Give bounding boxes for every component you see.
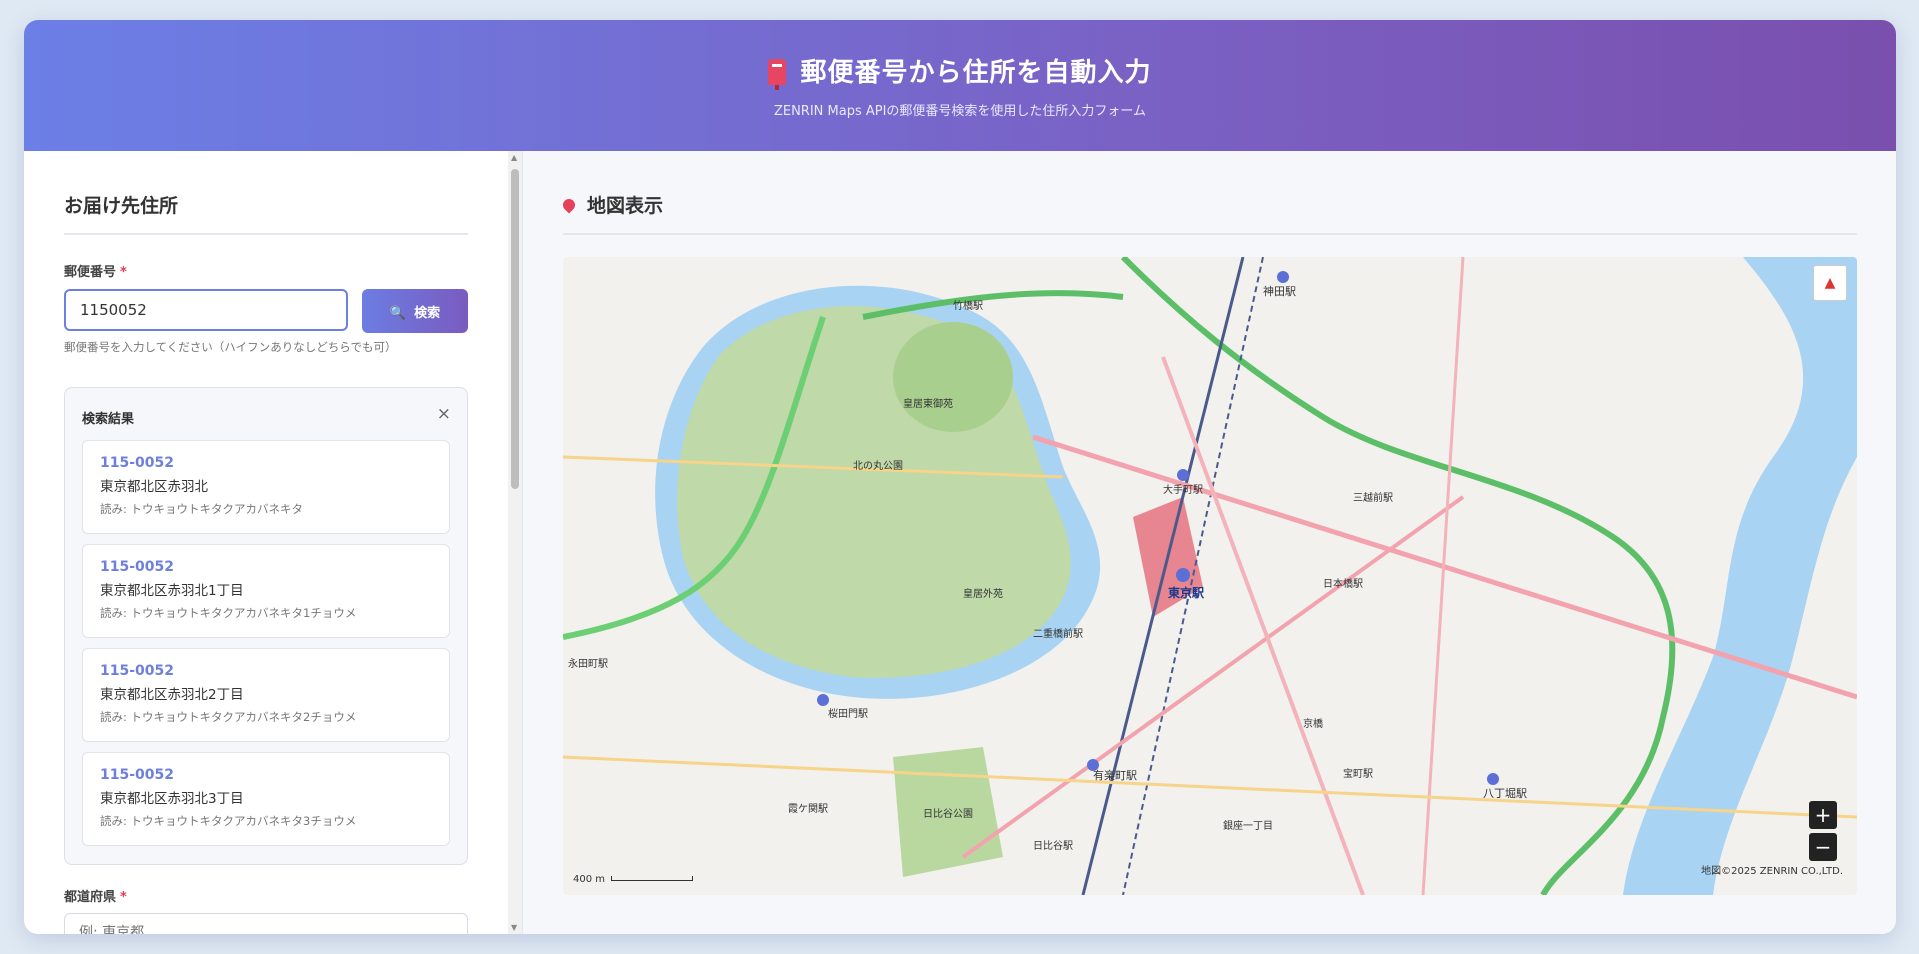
form-scrollbar[interactable]: ▲ ▼ xyxy=(508,151,522,934)
map-label: 皇居外苑 xyxy=(963,587,1003,600)
prefecture-input[interactable] xyxy=(64,913,468,934)
map-label: 永田町駅 xyxy=(568,657,608,670)
compass-icon[interactable]: ▲ xyxy=(1813,265,1847,301)
results-title: 検索結果 xyxy=(82,412,135,427)
map-scale: 400 m xyxy=(573,874,694,885)
required-mark: * xyxy=(120,890,127,905)
map-label: 日本橋駅 xyxy=(1323,577,1363,590)
map-label: 北の丸公園 xyxy=(853,459,903,472)
prefecture-label-text: 都道府県 xyxy=(64,890,117,905)
address-form-panel: お届け先住所 郵便番号* 🔍検索 郵便番号を入力してください（ハイフンありなしど… xyxy=(24,151,515,934)
divider xyxy=(563,233,1857,235)
result-kana: 読み: トウキョウトキタクアカバネキタ xyxy=(100,502,304,516)
page-header: 郵便番号から住所を自動入力 ZENRIN Maps APIの郵便番号検索を使用し… xyxy=(24,20,1896,151)
zoom-in-button[interactable]: + xyxy=(1809,801,1837,829)
postbox-icon xyxy=(768,59,787,90)
map-label: 有楽町駅 xyxy=(1093,768,1137,782)
map-section-title-text: 地図表示 xyxy=(587,195,664,217)
search-button[interactable]: 🔍 検索 xyxy=(362,289,468,333)
result-address: 東京都北区赤羽北2丁目 xyxy=(100,687,244,703)
map-label: 桜田門駅 xyxy=(828,707,868,720)
form-section-title: お届け先住所 xyxy=(64,195,179,217)
map-label: 三越前駅 xyxy=(1353,491,1393,504)
result-zip: 115-0052 xyxy=(100,455,174,471)
divider xyxy=(64,233,468,235)
map-label: 宝町駅 xyxy=(1343,767,1373,780)
map-canvas[interactable]: 皇居東御苑 北の丸公園 皇居外苑 日比谷公園 東京駅 大手町駅 有楽町駅 日比谷… xyxy=(563,257,1857,895)
result-zip: 115-0052 xyxy=(100,767,174,783)
map-label: 皇居東御苑 xyxy=(903,397,953,410)
map-view[interactable]: 皇居東御苑 北の丸公園 皇居外苑 日比谷公園 東京駅 大手町駅 有楽町駅 日比谷… xyxy=(563,257,1857,895)
scrollbar-thumb[interactable] xyxy=(511,169,519,489)
result-zip: 115-0052 xyxy=(100,559,174,575)
search-icon: 🔍 xyxy=(389,305,407,321)
close-icon[interactable]: × xyxy=(437,404,451,424)
page-subtitle: ZENRIN Maps APIの郵便番号検索を使用した住所入力フォーム xyxy=(773,104,1147,119)
map-label: 二重橋前駅 xyxy=(1033,627,1083,640)
result-zip: 115-0052 xyxy=(100,663,174,679)
result-kana: 読み: トウキョウトキタクアカバネキタ3チョウメ xyxy=(100,814,357,828)
page-title: 郵便番号から住所を自動入力 xyxy=(24,52,1896,90)
map-label: 日比谷公園 xyxy=(923,808,973,820)
map-label: 東京駅 xyxy=(1168,585,1205,600)
result-item[interactable]: 115-0052 東京都北区赤羽北 読み: トウキョウトキタクアカバネキタ xyxy=(82,440,450,534)
map-scale-text: 400 m xyxy=(573,874,606,885)
zip-input[interactable] xyxy=(64,289,348,331)
zip-label: 郵便番号 * xyxy=(64,261,127,280)
zoom-out-button[interactable]: − xyxy=(1809,833,1837,861)
zip-hint: 郵便番号を入力してください（ハイフンありなしどちらでも可） xyxy=(64,340,397,354)
result-item[interactable]: 115-0052 東京都北区赤羽北1丁目 読み: トウキョウトキタクアカバネキタ… xyxy=(82,544,450,638)
scroll-down-icon[interactable]: ▼ xyxy=(511,923,517,932)
map-pin-icon xyxy=(560,196,578,214)
result-address: 東京都北区赤羽北3丁目 xyxy=(100,791,244,807)
result-kana: 読み: トウキョウトキタクアカバネキタ1チョウメ xyxy=(100,606,357,620)
map-label: 霞ケ関駅 xyxy=(788,803,828,815)
search-results-panel: 検索結果 × 115-0052 東京都北区赤羽北 読み: トウキョウトキタクアカ… xyxy=(64,387,468,865)
map-label: 日比谷駅 xyxy=(1033,840,1073,852)
result-item[interactable]: 115-0052 東京都北区赤羽北3丁目 読み: トウキョウトキタクアカバネキタ… xyxy=(82,752,450,846)
map-label: 八丁堀駅 xyxy=(1483,787,1527,800)
map-label: 竹橋駅 xyxy=(953,299,983,312)
scroll-up-icon[interactable]: ▲ xyxy=(511,153,517,162)
result-item[interactable]: 115-0052 東京都北区赤羽北2丁目 読み: トウキョウトキタクアカバネキタ… xyxy=(82,648,450,742)
result-kana: 読み: トウキョウトキタクアカバネキタ2チョウメ xyxy=(100,710,357,724)
result-address: 東京都北区赤羽北 xyxy=(100,479,208,495)
app-card: 郵便番号から住所を自動入力 ZENRIN Maps APIの郵便番号検索を使用し… xyxy=(24,20,1896,934)
result-address: 東京都北区赤羽北1丁目 xyxy=(100,583,244,599)
scale-bar xyxy=(611,876,694,881)
search-button-label: 検索 xyxy=(414,305,441,321)
map-label: 京橋 xyxy=(1303,717,1323,730)
page-title-text: 郵便番号から住所を自動入力 xyxy=(800,58,1152,88)
map-label: 銀座一丁目 xyxy=(1223,819,1273,832)
zip-label-text: 郵便番号 xyxy=(64,265,117,280)
map-label: 大手町駅 xyxy=(1163,483,1203,496)
map-section-title: 地図表示 xyxy=(560,191,664,218)
map-copyright: 地図©2025 ZENRIN CO.,LTD. xyxy=(1701,866,1843,877)
prefecture-label: 都道府県 * xyxy=(64,886,127,905)
map-panel: 地図表示 皇居東御苑 北の丸公園 皇居外苑 日比谷公園 東京駅 大手町駅 有楽町… xyxy=(522,151,1896,934)
map-label: 神田駅 xyxy=(1263,284,1296,298)
required-mark: * xyxy=(120,265,127,280)
